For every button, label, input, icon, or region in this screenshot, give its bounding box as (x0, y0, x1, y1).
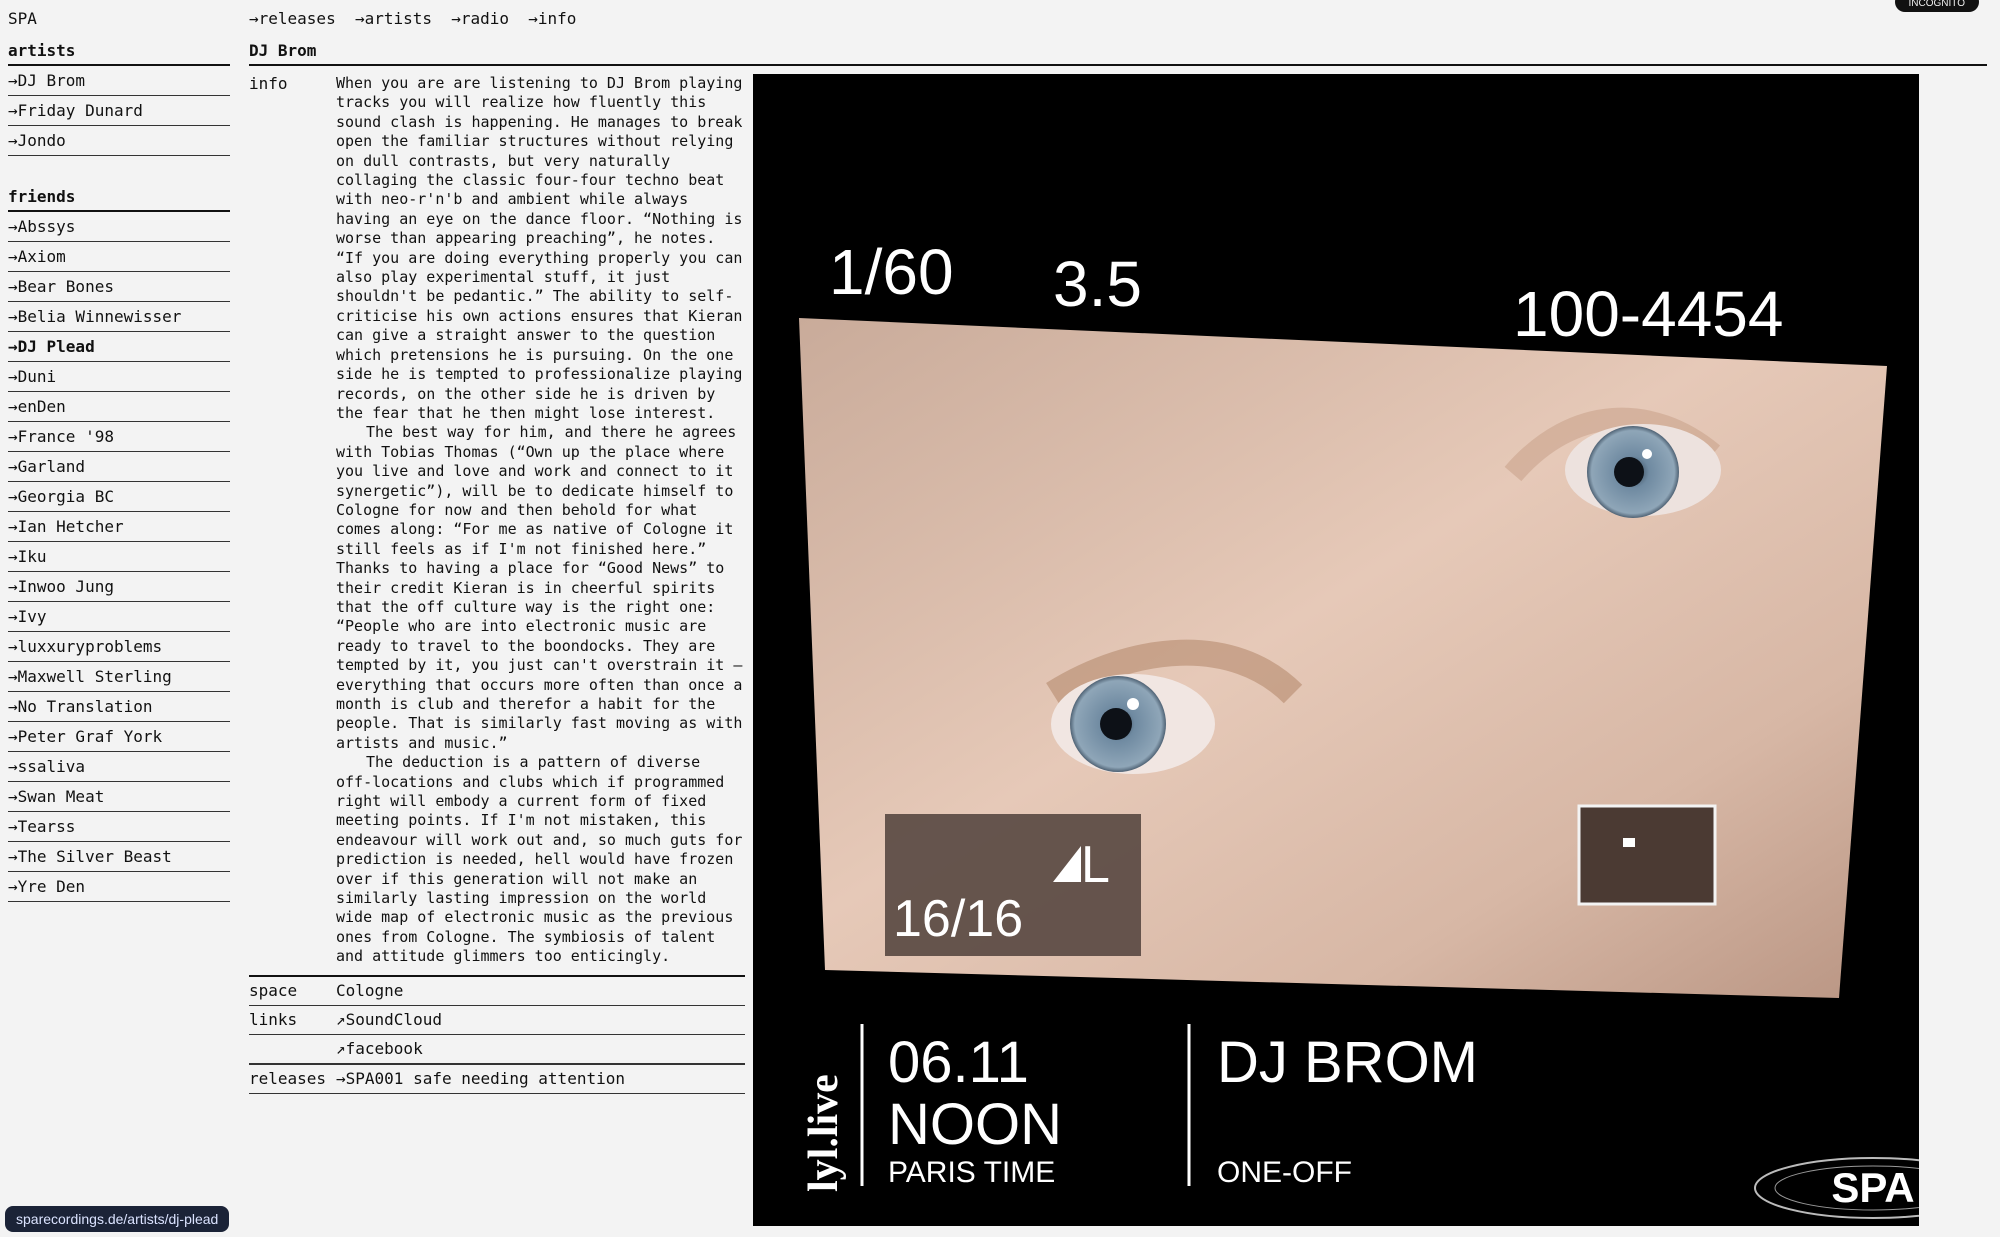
sidebar-friend-link[interactable]: →Ivy (8, 602, 230, 632)
space-label: space (249, 981, 298, 1000)
links-label-spacer (249, 1035, 336, 1063)
sidebar-friend-link[interactable]: →Abssys (8, 212, 230, 242)
status-bar-url: sparecordings.de/artists/dj-plead (5, 1206, 230, 1232)
camera-counter-readout: 100-4454 (1513, 278, 1783, 350)
info-label: info (249, 74, 288, 93)
site-logo[interactable]: SPA (8, 9, 37, 28)
nav-artists[interactable]: →artists (355, 9, 432, 28)
sidebar-friend-link[interactable]: →Duni (8, 362, 230, 392)
bio-paragraph: The deduction is a pattern of diverse of… (336, 753, 743, 966)
sidebar-friend-link[interactable]: →Garland (8, 452, 230, 482)
sidebar-friend-link[interactable]: →Bear Bones (8, 272, 230, 302)
sidebar-artist-link[interactable]: →DJ Brom (8, 66, 230, 96)
sidebar-friend-link[interactable]: →DJ Plead (8, 332, 230, 362)
top-nav: →releases →artists →radio →info (249, 9, 586, 28)
releases-label: releases (249, 1069, 327, 1088)
event-time: NOON (888, 1092, 1062, 1157)
artist-photo: 1/60 3.5 100-4454 16/16 L lyl.live 06.11… (753, 74, 1919, 1226)
incognito-badge: INCOGNITO (1894, 0, 1979, 12)
releases-row: releases →SPA001 safe needing attention (249, 1064, 745, 1094)
friends-heading: friends (8, 186, 230, 212)
artists-heading: artists (8, 40, 230, 66)
space-value: Cologne (336, 981, 404, 1000)
sidebar-friend-link[interactable]: →Yre Den (8, 872, 230, 902)
svg-text:SPA: SPA (1831, 1164, 1914, 1211)
sidebar-friend-link[interactable]: →Peter Graf York (8, 722, 230, 752)
camera-quality-readout: L (1081, 836, 1110, 894)
friends-list: →Abssys →Axiom →Bear Bones →Belia Winnewiss… (8, 212, 230, 902)
release-link[interactable]: →SPA001 safe needing attention (336, 1065, 625, 1093)
links-label: links (249, 1010, 298, 1029)
links-row: links ↗SoundCloud (249, 1006, 745, 1035)
nav-radio[interactable]: →radio (451, 9, 509, 28)
vertical-brand: lyl.live (801, 1074, 847, 1192)
camera-shots-readout: 16/16 (893, 890, 1023, 948)
link-soundcloud[interactable]: ↗SoundCloud (336, 1006, 442, 1034)
bio-paragraph: When you are are listening to DJ Brom pl… (336, 74, 743, 422)
sidebar-friend-link[interactable]: →The Silver Beast (8, 842, 230, 872)
artist-meta: space Cologne links ↗SoundCloud ↗faceboo… (249, 975, 745, 1094)
link-facebook[interactable]: ↗facebook (336, 1035, 423, 1063)
bio-paragraph: The best way for him, and there he agree… (336, 423, 743, 752)
sidebar-friend-link[interactable]: →Maxwell Sterling (8, 662, 230, 692)
sidebar-friend-link[interactable]: →Tearss (8, 812, 230, 842)
camera-screen-image: 1/60 3.5 100-4454 16/16 L lyl.live 06.11… (753, 74, 1919, 1226)
artist-bio: When you are are listening to DJ Brom pl… (336, 74, 744, 967)
sidebar-friend-link[interactable]: →Belia Winnewisser (8, 302, 230, 332)
event-artist: DJ BROM (1217, 1030, 1478, 1095)
sidebar-friend-link[interactable]: →Ian Hetcher (8, 512, 230, 542)
sidebar-friend-link[interactable]: →luxxuryproblems (8, 632, 230, 662)
sidebar-friend-link[interactable]: →France '98 (8, 422, 230, 452)
sidebar-artist-link[interactable]: →Jondo (8, 126, 230, 156)
links-row-2: ↗facebook (249, 1035, 745, 1064)
event-edition: ONE-OFF (1217, 1156, 1352, 1189)
sidebar-friend-link[interactable]: →Georgia BC (8, 482, 230, 512)
sidebar: artists →DJ Brom →Friday Dunard →Jondo fri… (8, 40, 230, 902)
page-title: DJ Brom (249, 40, 1987, 66)
event-timezone: PARIS TIME (888, 1156, 1055, 1189)
sidebar-friend-link[interactable]: →Axiom (8, 242, 230, 272)
sidebar-friend-link[interactable]: →ssaliva (8, 752, 230, 782)
space-row: space Cologne (249, 975, 745, 1006)
sidebar-friend-link[interactable]: →No Translation (8, 692, 230, 722)
nav-releases[interactable]: →releases (249, 9, 336, 28)
sidebar-friend-link[interactable]: →enDen (8, 392, 230, 422)
sidebar-friend-link[interactable]: →Inwoo Jung (8, 572, 230, 602)
sidebar-friend-link[interactable]: →Iku (8, 542, 230, 572)
camera-aperture-readout: 3.5 (1053, 248, 1142, 320)
artists-list: →DJ Brom →Friday Dunard →Jondo (8, 66, 230, 156)
sidebar-friend-link[interactable]: →Swan Meat (8, 782, 230, 812)
nav-info[interactable]: →info (528, 9, 576, 28)
event-date: 06.11 (888, 1030, 1029, 1095)
sidebar-artist-link[interactable]: →Friday Dunard (8, 96, 230, 126)
camera-shutter-readout: 1/60 (829, 236, 954, 308)
